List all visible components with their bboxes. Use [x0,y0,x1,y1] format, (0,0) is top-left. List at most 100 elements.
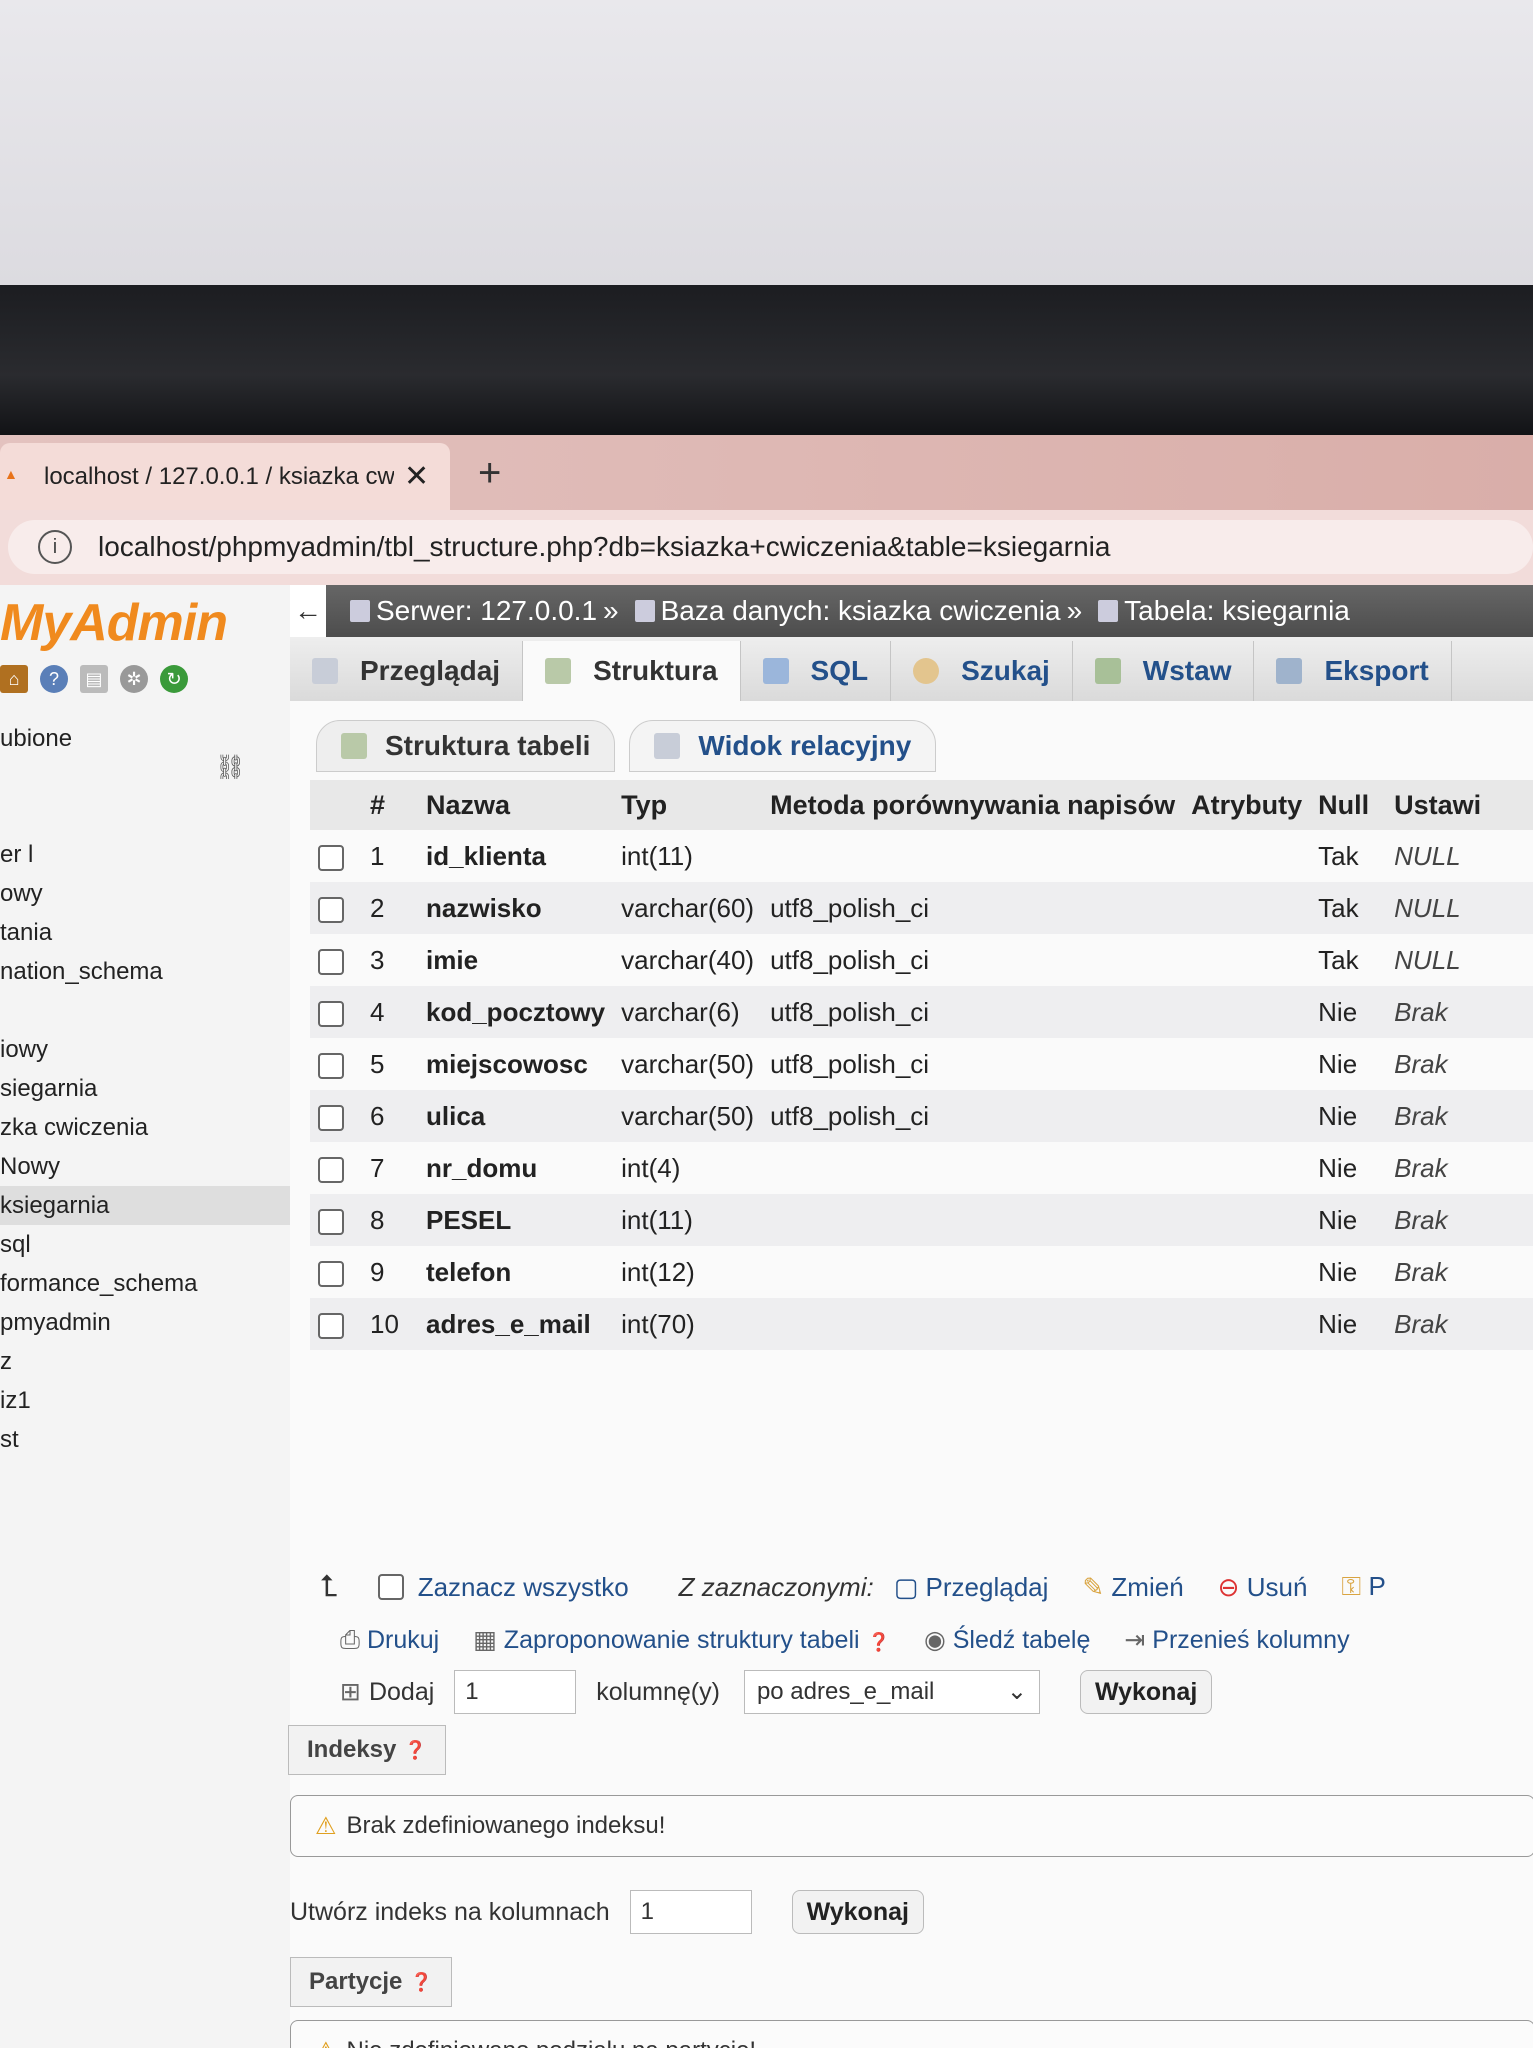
table-row[interactable]: 2 nazwisko varchar(60) utf8_polish_ci Tak NUL… [310,882,1533,934]
database-icon [634,600,655,622]
tab-export[interactable]: Eksport [1254,641,1452,701]
row-checkbox[interactable] [318,948,344,975]
bulk-browse-button[interactable]: ▢ Przeglądaj [894,1572,1049,1603]
row-checkbox[interactable] [318,896,344,923]
indexes-legend[interactable]: Indeksy ❓ [288,1725,446,1775]
select-all-label[interactable]: Zaznacz wszystko [418,1572,629,1603]
create-index-count-input[interactable]: 1 [629,1890,752,1934]
phpmyadmin-logo[interactable]: MyAdmin [0,593,228,653]
subtab-relation-view[interactable]: Widok relacyjny [629,720,937,772]
print-link[interactable]: ⎙ Drukuj [340,1626,439,1655]
database-item[interactable]: formance_schema [0,1264,290,1303]
server-icon [350,600,370,622]
url-field[interactable]: i localhost/phpmyadmin/tbl_structure.php… [8,520,1533,574]
database-item[interactable]: zka cwiczenia [0,1108,290,1147]
database-item[interactable]: er l [0,835,290,874]
track-table-link[interactable]: ◉ Śledź tabelę [924,1625,1090,1655]
row-default: NULL [1386,882,1533,934]
key-icon: ⚿ [1341,1571,1362,1601]
database-item[interactable]: iowy [0,1030,290,1069]
column-header[interactable]: Nazwa [418,780,614,830]
help-icon[interactable]: ❓ [868,1632,890,1652]
row-collation [762,1298,1184,1350]
database-item[interactable]: iz1 [0,1381,290,1420]
help-icon[interactable]: ? [40,665,68,693]
column-header[interactable]: Null [1310,780,1387,830]
column-header[interactable]: Typ [613,780,763,830]
new-tab-icon[interactable]: + [478,451,501,496]
row-checkbox[interactable] [318,844,344,871]
header-checkbox-col [310,780,362,830]
database-item[interactable]: Nowy [0,1147,290,1186]
database-item[interactable]: tania [0,913,290,952]
navigation-panel: MyAdmin ⌂ ? ▤ ✲ ↻ ubione ⛓ er l owy tani… [0,585,291,2048]
back-arrow-icon[interactable]: ← [290,585,326,637]
docs-icon[interactable]: ▤ [80,665,108,693]
table-row[interactable]: 3 imie varchar(40) utf8_polish_ci Tak NULL [310,934,1533,986]
settings-gear-icon[interactable]: ✲ [120,665,148,693]
partitions-legend[interactable]: Partycje ❓ [290,1957,452,2007]
database-item[interactable]: sql [0,1225,290,1264]
database-item-active[interactable]: ksiegarnia [0,1186,290,1225]
help-icon[interactable]: ❓ [404,1740,426,1761]
nav-icon-row: ⌂ ? ▤ ✲ ↻ [0,665,188,693]
row-null: Tak [1318,840,1359,871]
table-row[interactable]: 5 miejscowosc varchar(50) utf8_polish_ci Nie… [310,1038,1533,1090]
tab-insert[interactable]: Wstaw [1073,641,1255,701]
row-checkbox[interactable] [318,1156,344,1183]
tab-sql[interactable]: SQL [741,641,892,701]
bulk-primary-button[interactable]: ⚿ P [1341,1571,1385,1603]
database-item[interactable]: nation_schema [0,952,290,991]
structure-icon [341,733,367,759]
database-item[interactable]: siegarnia [0,1069,290,1108]
table-row[interactable]: 4 kod_pocztowy varchar(6) utf8_polish_ci Nie… [310,986,1533,1038]
add-column-count-input[interactable]: 1 [454,1670,577,1714]
breadcrumb-server[interactable]: Serwer: 127.0.0.1 [376,595,597,627]
reload-icon[interactable]: ↻ [160,665,188,693]
column-header[interactable]: Metoda porównywania napisów [762,780,1184,830]
bulk-delete-button[interactable]: ⊖ Usuń [1218,1572,1308,1603]
link-icon[interactable]: ⛓ [215,753,245,782]
database-item[interactable]: st [0,1420,290,1459]
table-row[interactable]: 10 adres_e_mail int(70) Nie Brak [310,1298,1533,1350]
create-index-go-button[interactable]: Wykonaj [791,1890,924,1934]
table-row[interactable]: 8 PESEL int(11) Nie Brak [310,1194,1533,1246]
subtab-table-structure[interactable]: Struktura tabeli [316,720,616,772]
home-icon[interactable]: ⌂ [0,665,28,693]
add-go-button[interactable]: Wykonaj [1079,1670,1213,1714]
select-all-checkbox[interactable] [377,1574,404,1600]
browser-tab[interactable]: ▲ localhost / 127.0.0.1 / ksiazka cw ✕ [0,443,450,510]
row-checkbox[interactable] [318,1312,344,1339]
row-number: 5 [370,1048,385,1079]
table-row[interactable]: 9 telefon int(12) Nie Brak [310,1246,1533,1298]
row-checkbox[interactable] [318,1052,344,1079]
database-item[interactable] [0,991,290,1030]
column-header[interactable]: Atrybuty [1183,780,1311,830]
breadcrumb-table[interactable]: Tabela: ksiegarnia [1124,595,1350,627]
help-icon[interactable]: ❓ [410,1972,432,1993]
database-item[interactable]: owy [0,874,290,913]
table-row[interactable]: 1 id_klienta int(11) Tak NULL [310,830,1533,882]
tab-search[interactable]: Szukaj [891,641,1073,701]
add-position-select[interactable]: po adres_e_mail ⌄ [743,1670,1040,1714]
propose-structure-link[interactable]: ▦ Zaproponowanie struktury tabeli ❓ [473,1625,890,1655]
row-checkbox[interactable] [318,1260,344,1287]
move-columns-link[interactable]: ⇥ Przenieś kolumny [1124,1625,1349,1655]
bulk-change-button[interactable]: ✎ Zmień [1082,1572,1183,1603]
row-checkbox[interactable] [318,1104,344,1131]
database-item[interactable]: pmyadmin [0,1303,290,1342]
row-checkbox[interactable] [318,1208,344,1235]
row-checkbox [310,986,362,1038]
info-icon[interactable]: i [38,530,72,564]
table-row[interactable]: 6 ulica varchar(50) utf8_polish_ci Nie Brak [310,1090,1533,1142]
main-content: ← Serwer: 127.0.0.1 » Baza danych: ksiaz… [288,585,1533,2048]
breadcrumb-database[interactable]: Baza danych: ksiazka cwiczenia [661,595,1061,627]
close-tab-icon[interactable]: ✕ [404,459,429,494]
table-row[interactable]: 7 nr_domu int(4) Nie Brak [310,1142,1533,1194]
favorites-label[interactable]: ubione [0,725,72,753]
column-header[interactable]: Ustawi [1386,780,1533,830]
tab-structure[interactable]: Struktura [523,641,741,701]
tab-browse[interactable]: Przeglądaj [290,641,524,701]
row-checkbox[interactable] [318,1000,344,1027]
database-item[interactable]: z [0,1342,290,1381]
